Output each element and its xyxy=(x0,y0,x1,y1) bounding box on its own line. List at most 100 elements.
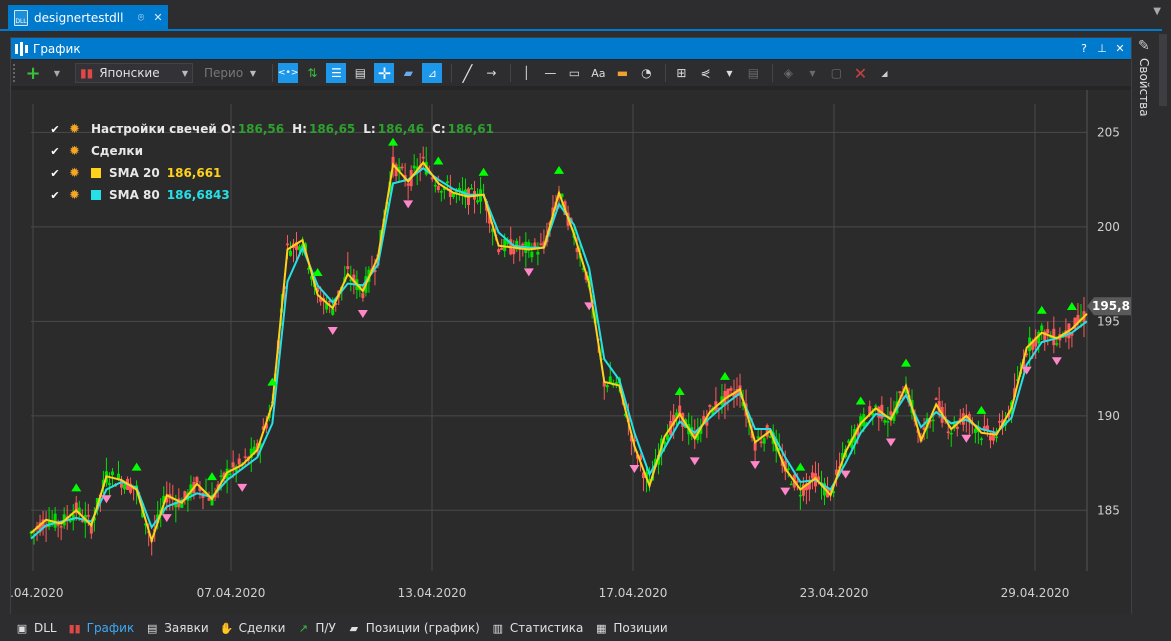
gear-icon[interactable]: ✹ xyxy=(69,188,83,203)
rectangle-icon[interactable]: ▭ xyxy=(564,63,584,83)
tag-icon[interactable]: ◈ xyxy=(778,63,798,83)
briefcase-icon: ▰ xyxy=(349,621,359,635)
candle-style-dropdown[interactable]: ▮▮ Японские ▼ xyxy=(75,63,193,83)
close-icon[interactable]: ✕ xyxy=(1113,42,1127,55)
toolbar-separator xyxy=(272,64,273,82)
tab-label: Статистика xyxy=(509,621,584,635)
x-tick-label: 17.04.2020 xyxy=(599,586,668,600)
clipboard-icon: ▥ xyxy=(492,621,504,635)
tab-chart[interactable]: ▮▮ График xyxy=(63,617,141,639)
document-icon[interactable]: ▤ xyxy=(350,63,370,83)
x-tick-label: 23.04.2020 xyxy=(800,586,869,600)
candle-body xyxy=(110,471,114,476)
candle-body xyxy=(994,436,998,439)
add-icon[interactable]: + xyxy=(23,63,43,84)
add-panel-icon[interactable]: ⊞ xyxy=(671,63,691,83)
chevron-down-icon: ▼ xyxy=(181,68,188,78)
template-icon[interactable]: ▤ xyxy=(743,63,763,83)
document-tab-label: designertestdll xyxy=(34,10,124,25)
horizontal-line-icon[interactable]: — xyxy=(540,63,560,83)
candle-body xyxy=(503,238,507,252)
candle-body xyxy=(898,391,902,394)
period-placeholder: Перио xyxy=(204,66,244,80)
toolbar-grip[interactable] xyxy=(13,64,17,82)
trades-label: Сделки xyxy=(91,144,143,158)
speedometer-icon[interactable]: ◔ xyxy=(636,63,656,83)
candle-body xyxy=(786,468,790,470)
help-icon[interactable]: ? xyxy=(1077,42,1091,55)
delete-icon[interactable]: ✕ xyxy=(850,63,870,83)
period-dropdown[interactable]: Перио ▼ xyxy=(199,63,261,83)
candles-settings-label: Настройки свечей xyxy=(91,122,217,136)
handshake-icon: ✋ xyxy=(219,621,234,635)
tab-trades[interactable]: ✋ Сделки xyxy=(215,617,292,639)
share-icon[interactable]: ⋞ xyxy=(695,63,715,83)
candle-body xyxy=(1055,343,1059,345)
overflow-icon[interactable]: ◢ xyxy=(874,63,894,83)
candle-body xyxy=(530,251,534,258)
tab-positions[interactable]: ▦ Позиции xyxy=(589,617,673,639)
candle-body xyxy=(988,435,992,441)
pin-icon[interactable]: ⊥ xyxy=(1095,42,1109,55)
list-icon[interactable]: ☰ xyxy=(326,63,347,83)
chart-scale-icon[interactable]: <•> xyxy=(278,63,299,83)
candle-body xyxy=(768,436,772,438)
candle-body xyxy=(810,472,814,479)
check-icon[interactable]: ✔ xyxy=(49,123,61,136)
tab-pnl[interactable]: ↗ П/У xyxy=(291,617,341,639)
vertical-line-icon[interactable]: │ xyxy=(516,63,536,83)
candle-body xyxy=(874,405,878,408)
tab-label: Заявки xyxy=(164,621,209,635)
last-price-label: 195,8 xyxy=(1092,299,1130,313)
comment-icon[interactable]: ▰ xyxy=(398,63,418,83)
close-icon[interactable]: ✕ xyxy=(151,11,165,24)
y-tick-label: 200 xyxy=(1097,220,1120,234)
tab-statistics[interactable]: ▥ Статистика xyxy=(486,617,590,639)
candle-body xyxy=(527,242,531,247)
candle-body xyxy=(949,432,953,435)
tab-dll[interactable]: ▣ DLL xyxy=(10,617,63,639)
document-tab[interactable]: DLL designertestdll ⌾ ✕ xyxy=(8,5,168,30)
candle-body xyxy=(1046,329,1050,334)
panel-title-bar: График ? ⊥ ✕ xyxy=(11,38,1131,59)
candle-body xyxy=(53,513,57,528)
scrollbar[interactable] xyxy=(1159,34,1167,106)
sort-updown-icon[interactable]: ⇅ xyxy=(302,63,322,83)
ohlc-low-value: 186,46 xyxy=(377,122,425,136)
chevron-down-icon[interactable]: ▼ xyxy=(802,63,822,83)
candle-body xyxy=(500,247,504,251)
x-tick-label: 07.04.2020 xyxy=(197,586,266,600)
properties-rail[interactable]: ✎ Свойства xyxy=(1134,34,1158,154)
gear-icon[interactable]: ✹ xyxy=(69,166,83,181)
y-tick-label: 195 xyxy=(1097,314,1120,328)
legend-row-candles: ✔ ✹ Настройки свечей O: 186,56 H: 186,65… xyxy=(49,118,502,140)
candlestick-icon xyxy=(15,41,29,56)
chevron-down-icon[interactable]: ▼ xyxy=(47,63,67,83)
gear-icon[interactable]: ✹ xyxy=(69,122,83,137)
highlight-icon[interactable]: ▬ xyxy=(612,63,632,83)
gear-icon[interactable]: ✹ xyxy=(69,144,83,159)
candle-body xyxy=(219,475,223,477)
candle-body xyxy=(59,526,63,528)
tab-label: П/У xyxy=(315,621,336,635)
candle-body xyxy=(228,473,232,476)
crosshair-icon[interactable]: ✛ xyxy=(374,63,395,83)
chevron-down-icon[interactable]: ▼ xyxy=(1153,6,1161,17)
check-icon[interactable]: ✔ xyxy=(49,145,61,158)
orders-icon: ▤ xyxy=(147,621,158,635)
ruler-icon[interactable]: ⊿ xyxy=(422,63,443,83)
new-file-icon[interactable]: ▢ xyxy=(826,63,846,83)
x-tick-label: 29.04.2020 xyxy=(1001,586,1070,600)
check-icon[interactable]: ✔ xyxy=(49,167,61,180)
sma20-swatch xyxy=(91,168,101,178)
tab-orders[interactable]: ▤ Заявки xyxy=(140,617,214,639)
draw-line-icon[interactable]: ╱ xyxy=(457,63,477,83)
check-icon[interactable]: ✔ xyxy=(49,189,61,202)
sma20-label: SMA 20 xyxy=(109,166,160,180)
draw-arrow-icon[interactable]: → xyxy=(481,63,501,83)
candle-body xyxy=(979,438,983,441)
text-tool-icon[interactable]: Aa xyxy=(588,63,608,83)
chevron-down-icon[interactable]: ▼ xyxy=(719,63,739,83)
pin-icon[interactable]: ⌾ xyxy=(134,11,148,25)
tab-positions-chart[interactable]: ▰ Позиции (график) xyxy=(342,617,486,639)
